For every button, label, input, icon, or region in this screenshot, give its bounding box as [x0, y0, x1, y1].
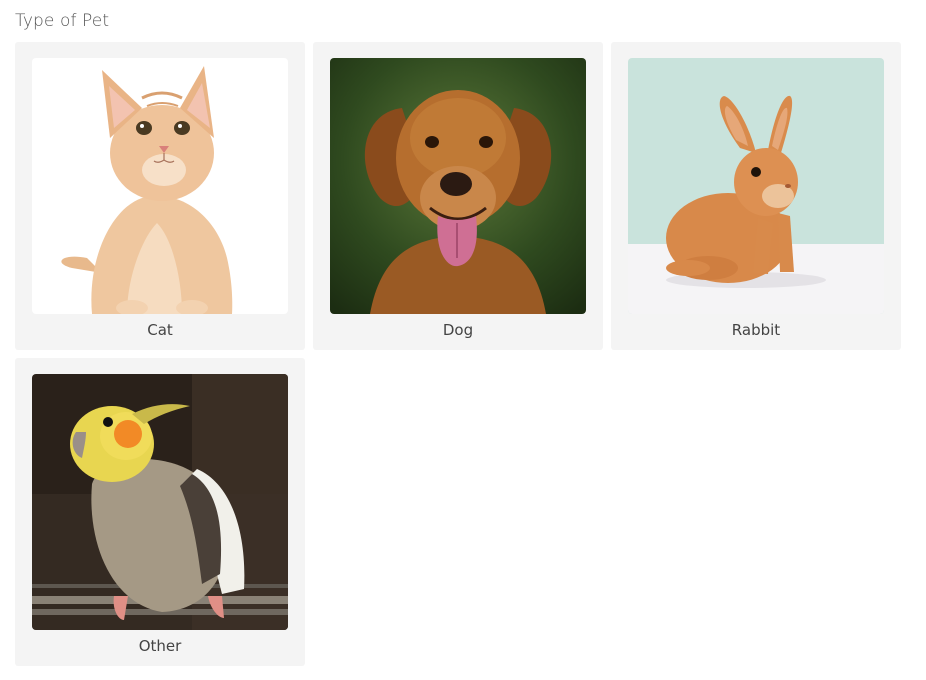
cat-photo	[32, 58, 288, 314]
option-card-cat[interactable]: Cat	[15, 42, 305, 350]
option-label-rabbit: Rabbit	[731, 321, 781, 339]
option-label-other: Other	[138, 637, 182, 655]
option-label-cat: Cat	[147, 321, 173, 339]
option-card-dog[interactable]: Dog	[313, 42, 603, 350]
option-card-rabbit[interactable]: Rabbit	[611, 42, 901, 350]
cockatiel-photo	[32, 374, 288, 630]
option-label-dog: Dog	[442, 321, 474, 339]
dog-photo	[330, 58, 586, 314]
option-card-other[interactable]: Other	[15, 358, 305, 666]
rabbit-photo	[628, 58, 884, 314]
question-title: Type of Pet	[15, 11, 110, 31]
